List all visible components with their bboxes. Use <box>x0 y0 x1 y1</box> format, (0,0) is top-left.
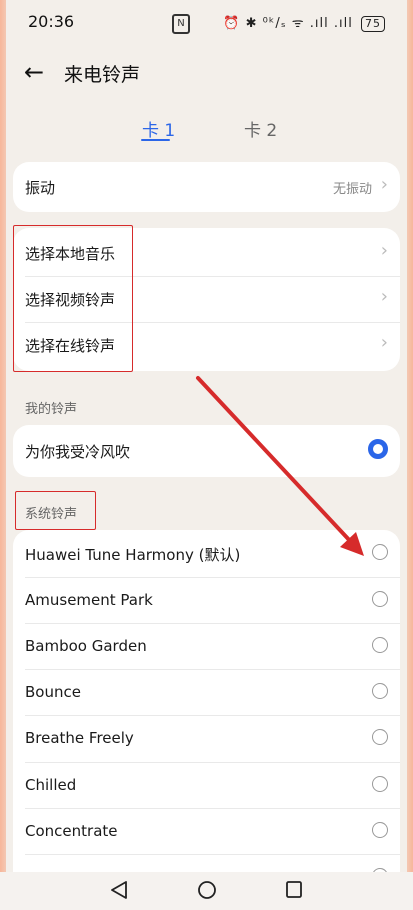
phone-screen: 20:36 N ⏰ ✱ ⁰ᵏ/ₛ ᯤ .ıll .ıll 75 ← 来电铃声 卡… <box>0 0 413 910</box>
nav-back-icon[interactable] <box>110 880 128 900</box>
annotation-arrow <box>196 376 364 556</box>
arrow-shaft <box>196 376 354 545</box>
system-nav-bar <box>0 872 413 910</box>
nav-home-icon[interactable] <box>197 880 217 900</box>
nav-recents-icon[interactable] <box>285 880 303 900</box>
